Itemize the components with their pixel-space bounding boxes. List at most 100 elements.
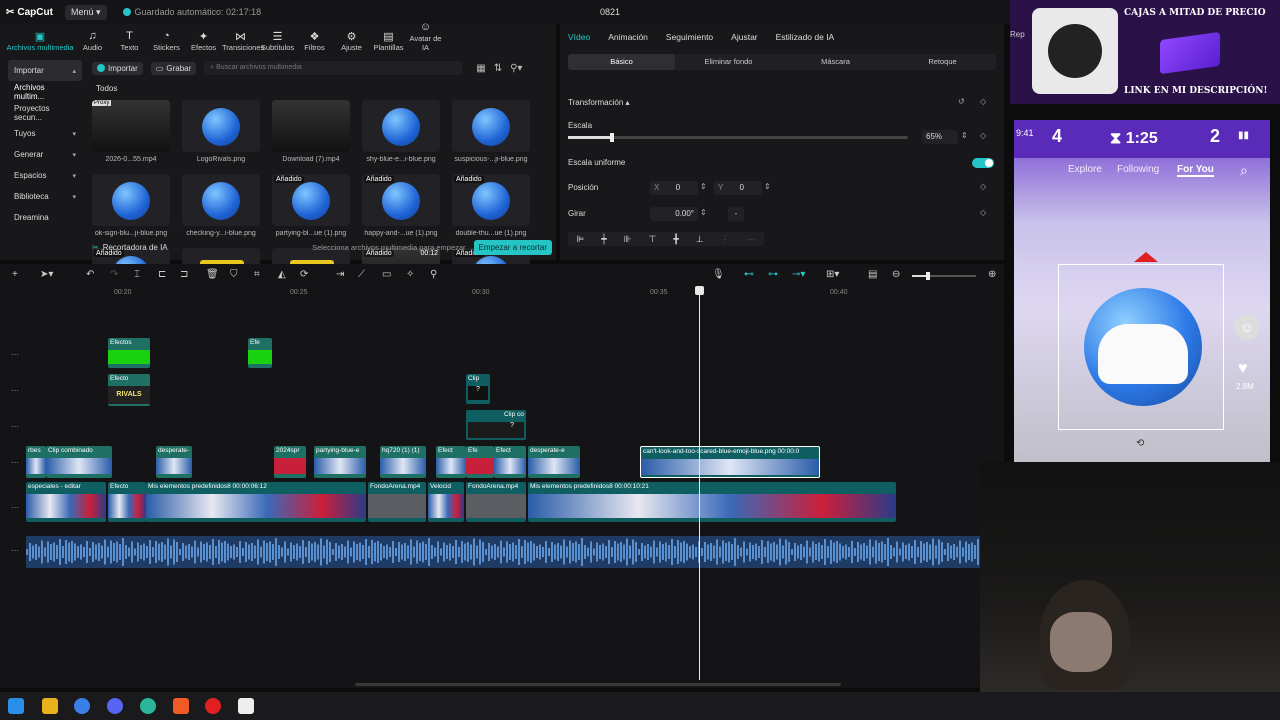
rotate-keyframe-icon[interactable]: ◇: [980, 208, 986, 217]
fullscreen-icon[interactable]: ▭: [382, 269, 391, 280]
chrome-icon[interactable]: [74, 698, 90, 714]
social-tab[interactable]: Following: [1117, 164, 1159, 175]
sidenav-item[interactable]: Biblioteca ▾: [8, 186, 82, 207]
crop-icon[interactable]: ⌗: [254, 269, 260, 280]
view-toggle-icon[interactable]: ▦: [476, 63, 485, 74]
tool-archivos-multimedia[interactable]: ▣ Archivos multimedia: [6, 30, 74, 52]
tool-texto[interactable]: T Texto: [111, 30, 148, 52]
tool-filtros[interactable]: ❖ Filtros: [296, 30, 333, 52]
magnet-icon[interactable]: ⊶: [768, 269, 778, 280]
sidenav-item[interactable]: Tuyos ▾: [8, 123, 82, 144]
tool-plantillas[interactable]: ▤ Plantillas: [370, 30, 407, 52]
video-preview[interactable]: 9:41 4 ⧗ 1:25 2 ▮▮ Explore Following For Y…: [1014, 120, 1270, 462]
sidenav-item[interactable]: Proyectos secun...: [8, 102, 82, 123]
overlay-clip[interactable]: Efect: [494, 446, 526, 478]
tool-avatar-de-ia[interactable]: ☺ Avatar de IA: [407, 21, 444, 52]
tool-audio[interactable]: ♫ Audio: [74, 30, 111, 52]
preview-axis-icon[interactable]: ⊞▾: [826, 269, 839, 280]
zoom-in-icon[interactable]: ⊕: [988, 269, 996, 280]
tool-subt-tulos[interactable]: ☰ Subtítulos: [259, 30, 296, 52]
tool-transiciones[interactable]: ⋈ Transiciones: [222, 30, 264, 52]
media-item[interactable]: LogoRivals.png: [182, 100, 272, 163]
sort-icon[interactable]: ⇅: [494, 63, 502, 74]
scale-value-field[interactable]: 65%: [922, 130, 958, 144]
timeline-scrollbar[interactable]: [355, 683, 841, 686]
align-right-icon[interactable]: ⊪: [624, 234, 632, 245]
sidenav-item[interactable]: Generar ▾: [8, 144, 82, 165]
zoom-slider[interactable]: [912, 272, 976, 280]
track-menu-icon[interactable]: ⋯: [11, 350, 19, 359]
chatgpt-icon[interactable]: [140, 698, 156, 714]
social-tab[interactable]: Explore: [1068, 164, 1102, 175]
scale-slider-handle[interactable]: [610, 133, 615, 142]
main-clip[interactable]: FondoArena.mp4: [466, 482, 526, 522]
overlay-clip[interactable]: desperate-e: [528, 446, 580, 478]
record-button[interactable]: ▭ Grabar: [150, 61, 197, 75]
media-item[interactable]: Añadido happy-and-...ue (1).png: [362, 174, 452, 237]
social-tab[interactable]: For You: [1177, 164, 1214, 177]
redo-icon[interactable]: ↷: [110, 269, 118, 280]
media-item[interactable]: suspicious-...ji-blue.png: [452, 100, 542, 163]
shield-icon[interactable]: ⛉: [230, 269, 238, 280]
tool-efectos[interactable]: ✦ Efectos: [185, 30, 222, 52]
speed-icon[interactable]: ⟋: [358, 269, 365, 280]
media-item[interactable]: ok-sign-blu...ji-blue.png: [92, 174, 182, 237]
overlay-clip[interactable]: hq720 (1) (1): [380, 446, 426, 478]
file-explorer-icon[interactable]: [42, 698, 58, 714]
transform-section[interactable]: Transformación ▴: [568, 98, 630, 107]
rotate-field[interactable]: 0.00°: [650, 207, 698, 221]
link-main-icon[interactable]: ⊷: [744, 269, 754, 280]
sidenav-item[interactable]: Archivos multim...: [8, 81, 82, 102]
rotate-handle-icon[interactable]: ⟲: [1136, 438, 1144, 449]
scale-slider[interactable]: [568, 133, 908, 142]
align-center-h-icon[interactable]: ┿: [601, 234, 606, 245]
delete-icon[interactable]: 🗑: [206, 269, 219, 280]
scale-stepper-icon[interactable]: ⇕: [961, 131, 968, 140]
main-clip[interactable]: Efecto: [108, 482, 146, 522]
media-item[interactable]: Añadido partying-bl...ue (1).png: [272, 174, 362, 237]
main-clip[interactable]: FondoArena.mp4: [368, 482, 426, 522]
media-item[interactable]: Download (7).mp4: [272, 100, 362, 163]
select-tool-icon[interactable]: ➤▾: [40, 269, 53, 280]
keyframe-icon[interactable]: ◇: [980, 97, 986, 106]
main-clip[interactable]: especiales - editar: [26, 482, 106, 522]
position-x-stepper-icon[interactable]: ⇕: [700, 182, 707, 191]
discord-icon[interactable]: [107, 698, 123, 714]
split-left-icon[interactable]: ⊏: [158, 269, 166, 280]
track-menu-icon[interactable]: ⋯: [11, 546, 19, 555]
overlay-clip[interactable]: rbes: [26, 446, 46, 478]
start-trim-button[interactable]: Empezar a recortar: [473, 239, 552, 255]
property-tab[interactable]: Animación: [608, 32, 648, 42]
time-ruler[interactable]: 00:20 00:25 00:30 00:35 00:40: [0, 288, 1004, 300]
combined-clip[interactable]: Clip co?: [466, 410, 526, 440]
align-center-v-icon[interactable]: ╋: [673, 234, 678, 245]
property-subtab[interactable]: Básico: [568, 54, 675, 70]
zoom-slider-handle[interactable]: [926, 272, 930, 280]
track-menu-icon[interactable]: ⋯: [11, 458, 19, 467]
overlay-clip[interactable]: Clip combinado: [46, 446, 112, 478]
distribute-v-icon[interactable]: ⋯: [746, 234, 755, 245]
rotate-flip-button[interactable]: -: [728, 207, 744, 221]
split-icon[interactable]: ⌶: [134, 269, 140, 280]
caption-icon[interactable]: ▤: [868, 269, 877, 280]
combined-clip[interactable]: Clip?: [466, 374, 490, 404]
property-tab[interactable]: Vídeo: [568, 32, 590, 42]
effect-clip[interactable]: Efecto RIVALS: [108, 374, 150, 406]
import-button[interactable]: Importar: [92, 61, 143, 75]
filter-icon[interactable]: ⚲▾: [510, 63, 522, 74]
property-tab[interactable]: Seguimiento: [666, 32, 713, 42]
overlay-clip[interactable]: Efect: [436, 446, 466, 478]
track-menu-icon[interactable]: ⋯: [11, 503, 19, 512]
overlay-clip[interactable]: Efe: [466, 446, 494, 478]
property-subtab[interactable]: Máscara: [782, 54, 889, 70]
media-item[interactable]: Añadido double-thu...ue (1).png: [452, 174, 542, 237]
distribute-h-icon[interactable]: ⋮: [721, 234, 730, 245]
rotate-stepper-icon[interactable]: ⇕: [700, 208, 707, 217]
property-tab[interactable]: Ajustar: [731, 32, 757, 42]
overlay-clip[interactable]: desperate-: [156, 446, 192, 478]
microphone-icon[interactable]: 🎙: [712, 269, 725, 280]
tool-stickers[interactable]: ◔ Stickers: [148, 30, 185, 52]
overlay-clip[interactable]: partying-blue-e: [314, 446, 366, 478]
tool-ajuste[interactable]: ⚙ Ajuste: [333, 30, 370, 52]
media-item[interactable]: Proxy 2026-0...55.mp4: [92, 100, 182, 163]
